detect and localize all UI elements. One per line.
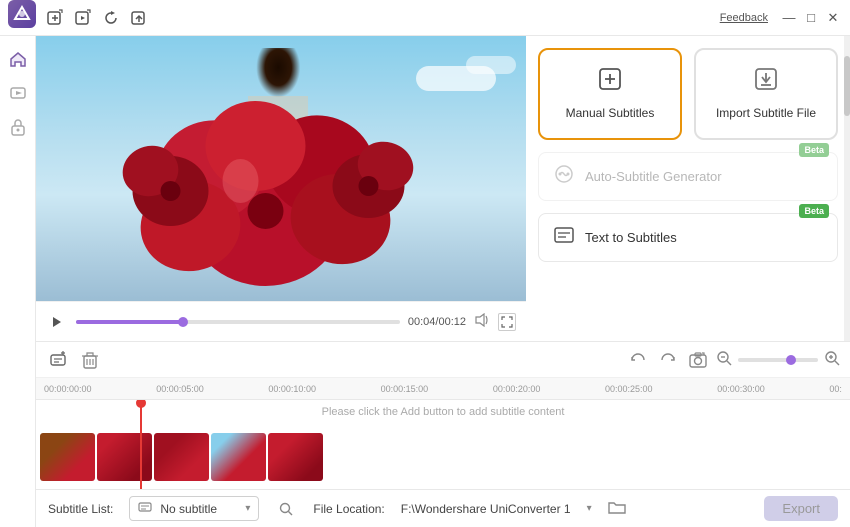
refresh-icon[interactable] bbox=[100, 7, 122, 29]
auto-subtitle-label: Auto-Subtitle Generator bbox=[585, 169, 722, 184]
timeline-toolbar-right bbox=[626, 348, 840, 372]
subtitle-select[interactable]: No subtitle ▾ bbox=[129, 496, 259, 521]
delete-button[interactable] bbox=[78, 348, 102, 372]
video-strip bbox=[36, 433, 850, 481]
subtitle-add-button[interactable] bbox=[46, 348, 70, 372]
strip-thumb-4 bbox=[268, 433, 323, 481]
import-subtitle-icon bbox=[753, 66, 779, 98]
auto-subtitle-icon bbox=[553, 163, 575, 190]
strip-thumb-2 bbox=[154, 433, 209, 481]
subtitle-list-label: Subtitle List: bbox=[48, 502, 113, 516]
file-location-label: File Location: bbox=[313, 502, 384, 516]
close-button[interactable]: ✕ bbox=[824, 9, 842, 27]
manual-subtitles-card[interactable]: Manual Subtitles bbox=[538, 48, 682, 140]
import-subtitle-card[interactable]: Import Subtitle File bbox=[694, 48, 838, 140]
right-panel: Manual Subtitles Import Subtitle File bbox=[526, 36, 850, 341]
file-path: F:\Wondershare UniConverter 1 bbox=[401, 502, 571, 516]
text-subtitle-beta-badge: Beta bbox=[799, 204, 829, 218]
video-panel: 00:04/00:12 bbox=[36, 36, 526, 341]
time-display: 00:04/00:12 bbox=[408, 316, 466, 328]
sidebar-item-media[interactable] bbox=[3, 78, 33, 108]
zoom-out-icon[interactable] bbox=[716, 350, 732, 369]
manual-subtitle-icon bbox=[597, 66, 623, 98]
title-bar: Feedback — □ ✕ bbox=[0, 0, 850, 36]
subtitle-search-button[interactable] bbox=[275, 498, 297, 520]
ruler-mark-7: 00: bbox=[829, 384, 842, 394]
ruler-mark-4: 00:00:20:00 bbox=[493, 384, 541, 394]
import-subtitle-label: Import Subtitle File bbox=[716, 106, 816, 122]
video-frame bbox=[36, 36, 526, 301]
timeline-toolbar bbox=[36, 342, 850, 378]
flower-svg bbox=[111, 71, 421, 301]
maximize-button[interactable]: □ bbox=[802, 9, 820, 27]
ruler-mark-0: 00:00:00:00 bbox=[44, 384, 92, 394]
dropdown-arrow-icon[interactable]: ▾ bbox=[587, 503, 592, 514]
play-button[interactable] bbox=[46, 311, 68, 333]
expand-icon[interactable] bbox=[498, 313, 516, 331]
title-bar-right: Feedback — □ ✕ bbox=[720, 9, 842, 27]
select-arrow-icon: ▾ bbox=[245, 503, 250, 514]
strip-thumb-1 bbox=[97, 433, 152, 481]
playhead[interactable] bbox=[140, 400, 142, 489]
timeline-content[interactable]: Please click the Add button to add subti… bbox=[36, 400, 850, 489]
ruler-mark-3: 00:00:15:00 bbox=[381, 384, 429, 394]
auto-subtitle-section: Beta Auto-Subtitle Generator bbox=[538, 152, 838, 201]
playhead-marker bbox=[136, 400, 146, 408]
bottom-bar: Subtitle List: No subtitle ▾ Fi bbox=[36, 489, 850, 527]
zoom-slider-thumb bbox=[786, 355, 796, 365]
export-icon[interactable] bbox=[128, 7, 150, 29]
cloud-2 bbox=[466, 56, 516, 74]
add-subtitle-message: Please click the Add button to add subti… bbox=[322, 406, 565, 418]
ruler-mark-1: 00:00:05:00 bbox=[156, 384, 204, 394]
app-logo bbox=[8, 0, 36, 28]
timeline-toolbar-left bbox=[46, 348, 102, 372]
screenshot-button[interactable] bbox=[686, 348, 710, 372]
progress-fill bbox=[76, 320, 183, 324]
redo-button[interactable] bbox=[656, 348, 680, 372]
title-bar-left bbox=[8, 0, 150, 36]
right-scroll-thumb bbox=[844, 56, 850, 116]
subtitle-select-value: No subtitle bbox=[160, 502, 217, 516]
sidebar-item-lock[interactable] bbox=[3, 112, 33, 142]
main-layout: 00:04/00:12 bbox=[0, 36, 850, 527]
playback-controls: 00:04/00:12 bbox=[36, 301, 526, 341]
strip-thumb-3 bbox=[211, 433, 266, 481]
ruler-mark-5: 00:00:25:00 bbox=[605, 384, 653, 394]
subtitle-select-icon bbox=[138, 500, 152, 517]
text-subtitle-label: Text to Subtitles bbox=[585, 230, 677, 245]
feedback-link[interactable]: Feedback bbox=[720, 12, 768, 24]
new-video-icon[interactable] bbox=[44, 7, 66, 29]
subtitle-options-row: Manual Subtitles Import Subtitle File bbox=[538, 48, 838, 140]
minimize-button[interactable]: — bbox=[780, 9, 798, 27]
ruler-marks: 00:00:00:00 00:00:05:00 00:00:10:00 00:0… bbox=[40, 384, 846, 394]
volume-icon[interactable] bbox=[474, 313, 490, 330]
content-area: 00:04/00:12 bbox=[36, 36, 850, 527]
zoom-slider[interactable] bbox=[738, 358, 818, 362]
timeline-section: 00:00:00:00 00:00:05:00 00:00:10:00 00:0… bbox=[36, 341, 850, 489]
top-section: 00:04/00:12 bbox=[36, 36, 850, 341]
sidebar-item-home[interactable] bbox=[3, 44, 33, 74]
progress-thumb bbox=[178, 317, 188, 327]
auto-subtitle-beta-badge: Beta bbox=[799, 143, 829, 157]
import-icon[interactable] bbox=[72, 7, 94, 29]
folder-icon[interactable] bbox=[608, 499, 626, 518]
ruler-mark-6: 00:00:30:00 bbox=[717, 384, 765, 394]
toolbar-icons bbox=[44, 7, 150, 29]
right-scrollbar[interactable] bbox=[844, 36, 850, 341]
timeline-ruler: 00:00:00:00 00:00:05:00 00:00:10:00 00:0… bbox=[36, 378, 850, 400]
ruler-mark-2: 00:00:10:00 bbox=[268, 384, 316, 394]
progress-bar[interactable] bbox=[76, 320, 400, 324]
text-subtitle-icon bbox=[553, 224, 575, 251]
text-subtitle-section[interactable]: Beta Text to Subtitles bbox=[538, 213, 838, 262]
zoom-in-icon[interactable] bbox=[824, 350, 840, 369]
sidebar bbox=[0, 36, 36, 527]
manual-subtitle-label: Manual Subtitles bbox=[566, 106, 655, 122]
export-button[interactable]: Export bbox=[764, 496, 838, 521]
strip-thumb-0 bbox=[40, 433, 95, 481]
undo-button[interactable] bbox=[626, 348, 650, 372]
